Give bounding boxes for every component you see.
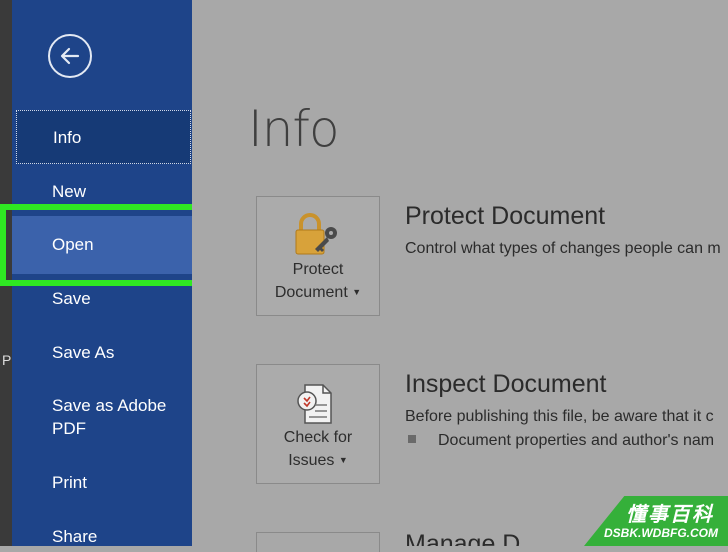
- info-panel: Info Protect Document ▼ Protect Document…: [192, 0, 728, 552]
- inspect-description: Before publishing this file, be aware th…: [405, 408, 714, 425]
- left-strip-glyph: P: [2, 352, 12, 368]
- inspect-heading: Inspect Document: [405, 370, 607, 398]
- sidebar-item-label: New: [52, 182, 87, 201]
- inspect-document-icon: [297, 384, 332, 424]
- sidebar-item-label: Info: [53, 128, 82, 147]
- back-arrow-icon: [60, 47, 80, 65]
- protect-tile-line1: Protect: [292, 261, 344, 278]
- watermark-chinese-text: 懂事百科: [626, 504, 714, 526]
- inspect-tile-line2: Issues: [288, 452, 335, 469]
- back-button[interactable]: [48, 34, 92, 78]
- sidebar-item-share[interactable]: Share: [12, 524, 192, 550]
- sidebar-item-label: Save As: [52, 343, 115, 362]
- protect-tile-line2: Document: [274, 284, 348, 301]
- sidebar-item-save-as-adobe-pdf[interactable]: Save as Adobe PDF: [12, 394, 192, 440]
- sidebar-item-label: Print: [52, 473, 87, 492]
- sidebar-item-label: Share: [52, 527, 98, 546]
- inspect-bullet-item: Document properties and author's nam: [408, 432, 714, 450]
- sidebar-item-save-as[interactable]: Save As: [12, 340, 192, 366]
- open-highlight-box: [0, 204, 198, 286]
- page-title: Info: [248, 100, 340, 158]
- watermark-url-text: DSBK.WDBFG.COM: [604, 526, 718, 540]
- sidebar-item-label: Save: [52, 289, 91, 308]
- sidebar-item-print[interactable]: Print: [12, 470, 192, 496]
- sidebar-item-new[interactable]: New: [12, 178, 192, 206]
- inspect-tile-line1: Check for: [283, 429, 353, 446]
- sidebar-item-save[interactable]: Save: [12, 286, 192, 312]
- dropdown-caret-icon: ▼: [352, 287, 362, 297]
- dropdown-caret-icon: ▼: [338, 455, 348, 465]
- manage-document-button[interactable]: [256, 532, 380, 552]
- inspect-tile-line2-wrap: Issues ▼: [257, 449, 379, 472]
- inspect-bullet-text: Document properties and author's nam: [438, 432, 715, 449]
- sidebar-item-info[interactable]: Info: [16, 110, 191, 164]
- sidebar-item-label: Save as Adobe PDF: [52, 396, 167, 438]
- protect-tile-line2-wrap: Document ▼: [257, 281, 379, 304]
- protect-document-button[interactable]: Protect Document ▼: [256, 196, 380, 316]
- bullet-square-icon: [408, 435, 416, 443]
- lock-key-icon: [295, 213, 337, 255]
- manage-heading: Manage D: [405, 530, 521, 546]
- protect-description: Control what types of changes people can…: [405, 240, 721, 257]
- check-for-issues-button[interactable]: Check for Issues ▼: [256, 364, 380, 484]
- protect-heading: Protect Document: [405, 202, 606, 230]
